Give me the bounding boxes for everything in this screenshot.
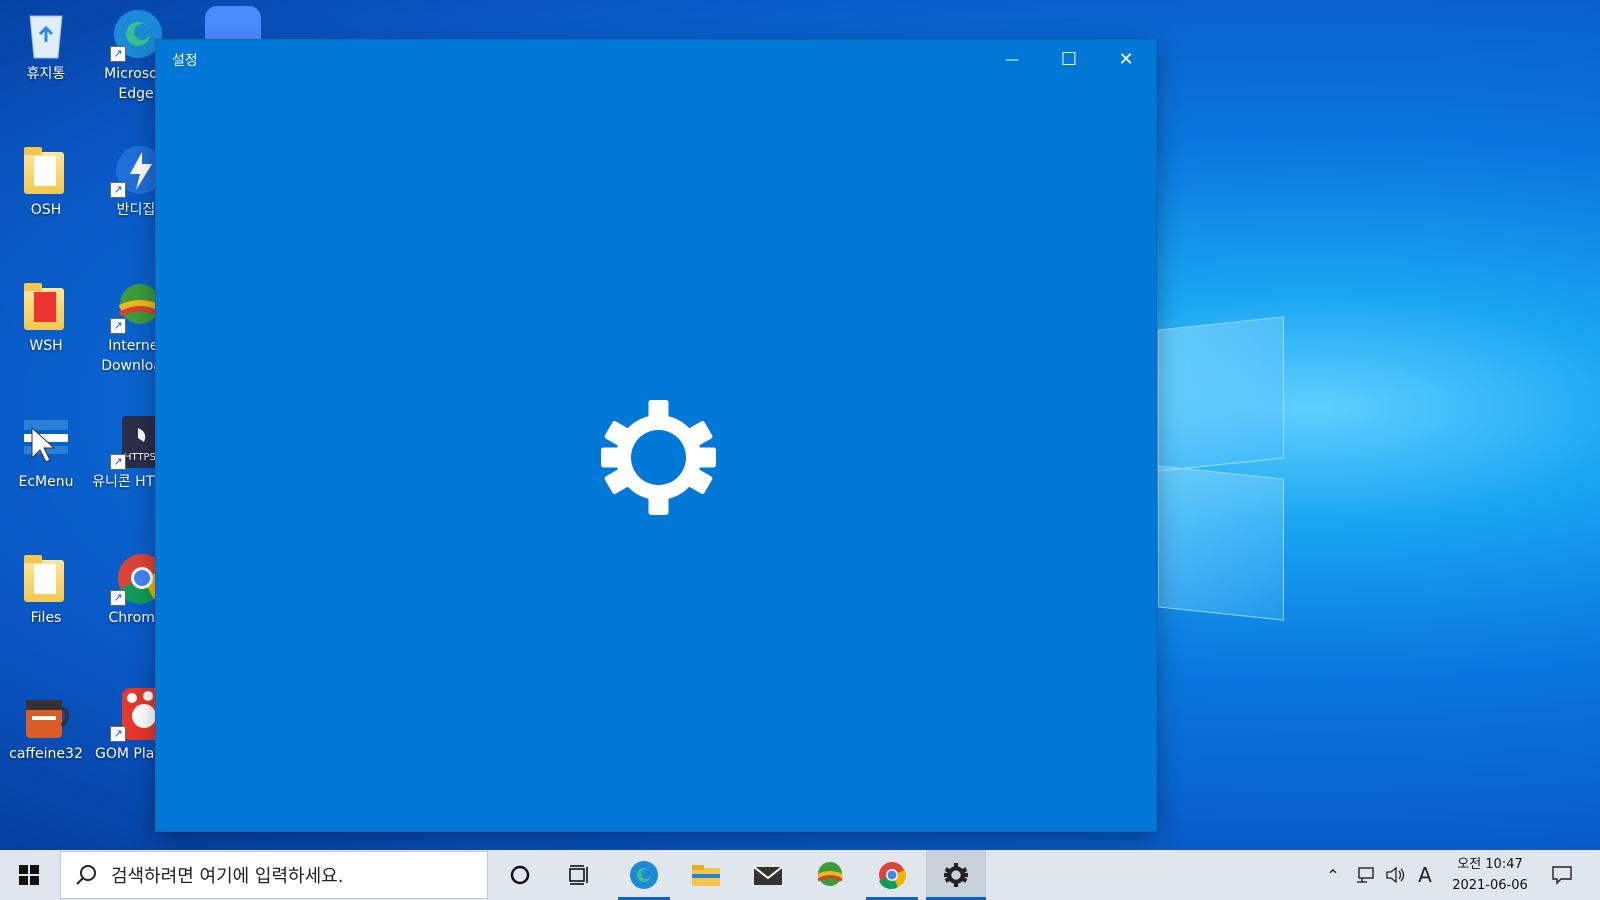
notification-icon [1552,866,1572,885]
folder-icon [18,550,74,606]
windows-logo-pane-bottom [1158,465,1284,621]
network-icon [1357,867,1374,883]
shortcut-arrow-icon: ↗ [110,182,126,198]
desktop: 휴지통 OSH WSH EcMenu Files caffeine32 ↗ Mi… [0,0,1600,850]
ecmenu-icon [18,414,74,470]
shortcut-arrow-icon: ↗ [110,726,126,742]
windows-start-icon [19,865,39,885]
desktop-icon-label: OSH [30,202,62,218]
edge-icon [630,861,658,889]
chrome-icon [879,862,906,890]
task-view-button[interactable] [552,850,608,900]
shortcut-arrow-icon: ↗ [110,590,126,606]
minimize-button[interactable]: — [983,40,1041,80]
show-hidden-icons-button[interactable]: ⌃ [1318,850,1348,900]
desktop-icon-label: caffeine32 [9,746,83,762]
taskbar: 검색하려면 여기에 입력하세요. ⌃ A 오전 10:47 2021-06-06 [0,850,1600,900]
desktop-icon-caffeine32[interactable]: caffeine32 [2,686,90,764]
clock[interactable]: 오전 10:47 2021-06-06 [1440,854,1540,896]
chevron-up-icon: ⌃ [1326,865,1340,885]
volume-button[interactable] [1380,850,1410,900]
folder-icon [18,142,74,198]
desktop-icon-label: Files [30,610,62,626]
shortcut-arrow-icon: ↗ [110,46,126,62]
speaker-icon [1386,866,1405,884]
gear-icon [944,863,968,887]
taskbar-chrome[interactable] [866,850,918,900]
clock-date: 2021-06-06 [1452,878,1528,893]
folder-icon [692,865,720,886]
window-title: 설정 [172,53,198,69]
shortcut-arrow-icon: ↗ [110,454,126,470]
desktop-icon-wsh[interactable]: WSH [2,278,90,356]
start-button[interactable] [0,850,58,900]
task-view-icon [569,865,588,885]
maximize-button[interactable]: ☐ [1040,40,1098,80]
desktop-icon-label: EcMenu [18,474,74,490]
search-box[interactable]: 검색하려면 여기에 입력하세요. [60,851,488,899]
taskbar-mail[interactable] [742,850,794,900]
clock-time: 오전 10:47 [1457,857,1523,872]
folder-pdf-icon [18,278,74,334]
cortana-circle-icon [510,865,530,885]
windows-logo-pane-top [1158,316,1284,472]
search-icon [76,865,96,885]
recycle-bin-icon [18,6,74,62]
close-button[interactable]: ✕ [1097,40,1155,80]
desktop-icon-osh[interactable]: OSH [2,142,90,220]
desktop-icon-recycle-bin[interactable]: 휴지통 [2,6,90,84]
search-placeholder: 검색하려면 여기에 입력하세요. [111,866,344,887]
taskbar-internet-download-manager[interactable] [804,850,856,900]
coffee-pot-icon [18,686,74,742]
shortcut-arrow-icon: ↗ [110,318,126,334]
network-button[interactable] [1350,850,1380,900]
desktop-icon-label: 휴지통 [26,66,66,82]
desktop-icon-zoom[interactable] [205,6,261,40]
mail-icon [753,866,783,885]
cortana-button[interactable] [492,850,548,900]
gear-icon [601,400,716,515]
desktop-icon-files[interactable]: Files [2,550,90,628]
desktop-icon-label: WSH [29,338,63,354]
desktop-icon-ecmenu[interactable]: EcMenu [2,414,90,492]
taskbar-edge[interactable] [618,850,670,900]
taskbar-settings[interactable] [926,850,986,900]
input-method-button[interactable]: A [1410,850,1440,900]
idm-globe-icon [817,862,843,886]
svg-text:HTTPS: HTTPS [124,452,156,463]
taskbar-file-explorer[interactable] [680,850,732,900]
action-center-button[interactable] [1540,850,1584,900]
settings-window: 설정 — ☐ ✕ [156,40,1156,831]
